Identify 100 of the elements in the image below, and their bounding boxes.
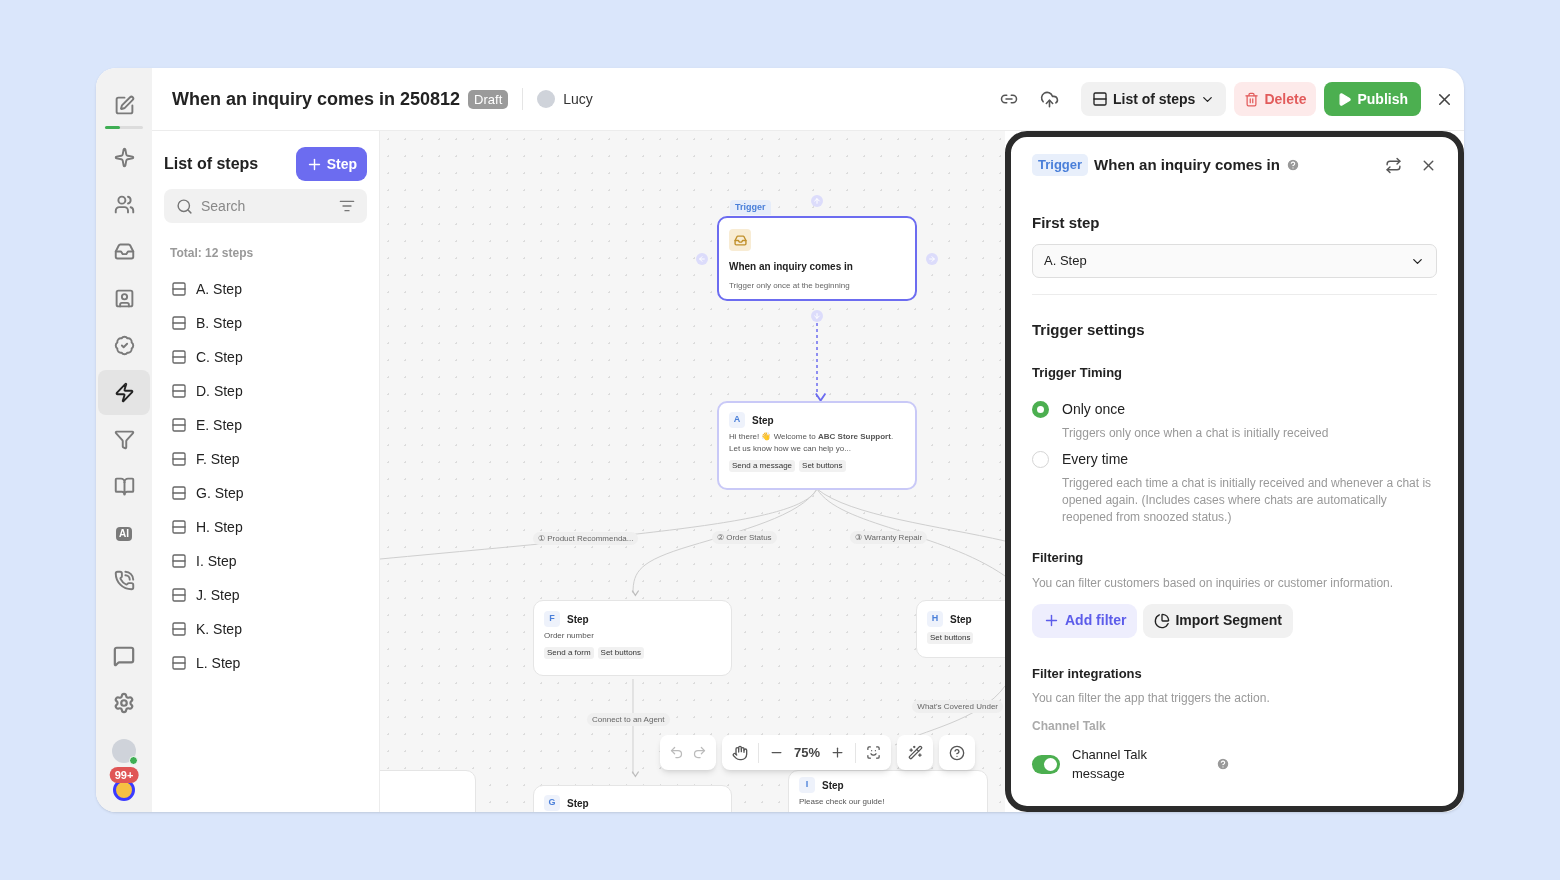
avatar[interactable]	[112, 739, 136, 763]
search-icon	[176, 197, 193, 215]
nav-item[interactable]: AI	[98, 511, 150, 556]
radio-button[interactable]	[1032, 401, 1049, 418]
step-list-item[interactable]: I. Step	[164, 544, 367, 578]
step-node[interactable]: H Step Set buttons	[916, 600, 1005, 658]
add-step-button[interactable]: Step	[295, 147, 367, 181]
connector-handle[interactable]	[926, 253, 938, 265]
rows-icon	[171, 349, 187, 365]
step-letter: H	[927, 611, 943, 627]
steps-list-button[interactable]: List of steps	[1080, 82, 1227, 116]
step-list-item[interactable]: L. Step	[164, 646, 367, 680]
first-step-select[interactable]: A. Step	[1032, 244, 1437, 278]
user-name: Lucy	[563, 89, 593, 109]
section-title: Filtering	[1032, 549, 1085, 567]
hand-icon[interactable]	[732, 744, 748, 761]
connector-handle[interactable]	[811, 195, 823, 207]
users-icon	[113, 194, 135, 215]
import-segment-button[interactable]: Import Segment	[1143, 603, 1294, 638]
step-node[interactable]: G Step	[533, 785, 732, 812]
panel-title: List of steps	[164, 154, 259, 174]
search-input[interactable]: Search	[201, 195, 331, 217]
step-title: Step	[752, 413, 774, 428]
play-icon	[1337, 91, 1353, 107]
trigger-subtitle: Trigger only once at the beginning	[729, 280, 851, 292]
cloud-upload-icon[interactable]	[1039, 89, 1059, 109]
trigger-tag: Trigger	[1032, 154, 1089, 177]
field-label: Trigger Timing	[1032, 363, 1124, 382]
magic-wand-button[interactable]	[897, 735, 934, 770]
action-chip: Set buttons	[597, 647, 645, 659]
step-list-item[interactable]: E. Step	[164, 408, 367, 442]
step-title: Step	[567, 612, 589, 627]
status-badge: Draft	[468, 89, 509, 109]
step-list-item[interactable]: A. Step	[164, 272, 367, 306]
zoom-level: 75%	[794, 743, 821, 762]
zoom-in-icon[interactable]	[830, 745, 846, 760]
step-list-item[interactable]: J. Step	[164, 578, 367, 612]
action-chip: Send a form	[544, 647, 594, 659]
step-text: Hi there! 👋 Welcome to ABC Store Support. Let us know how we can help yo...	[729, 431, 895, 455]
step-node[interactable]: A Step Hi there! 👋 Welcome to ABC Store Support. Let us know how we can help yo... Send a message Set buttons	[717, 401, 917, 490]
badge-icon	[113, 335, 135, 356]
help-icon	[949, 744, 966, 761]
funnel-icon	[113, 429, 135, 450]
help-button[interactable]	[939, 735, 976, 770]
action-chip: Set buttons	[927, 632, 974, 644]
step-node[interactable]: I Step Please check our guide!	[788, 770, 988, 812]
step-letter: I	[799, 777, 815, 793]
step-list-item[interactable]: B. Step	[164, 306, 367, 340]
step-list-item[interactable]: C. Step	[164, 340, 367, 374]
step-list-item[interactable]: D. Step	[164, 374, 367, 408]
rows-icon	[171, 485, 187, 501]
step-list-item[interactable]: F. Step	[164, 442, 367, 476]
trigger-node[interactable]: When an inquiry comes in Trigger only once at the beginning	[717, 216, 917, 301]
step-title: Step	[567, 796, 589, 811]
rows-icon	[171, 621, 187, 637]
filter-icon	[339, 198, 355, 214]
option-description: Triggered each time a chat is initially received and whenever a chat is opened again. (Includes cases where chats are automatically reopened from snoozed status.)	[1062, 475, 1433, 526]
book-icon	[113, 476, 135, 497]
edge-label: ② Order Status	[712, 531, 777, 544]
option-description: Triggers only once when a chat is initially received	[1062, 425, 1330, 442]
help-icon	[1285, 158, 1300, 173]
rows-icon	[171, 519, 187, 535]
rows-icon	[171, 587, 187, 603]
add-filter-button[interactable]: Add filter	[1032, 603, 1138, 638]
action-chip: Set buttons	[799, 460, 846, 472]
connector-handle[interactable]	[811, 310, 823, 322]
edge-label: Connect to an Agent	[587, 713, 670, 726]
fit-view-icon[interactable]	[866, 745, 882, 760]
rows-icon	[171, 417, 187, 433]
option-label: Only once	[1062, 400, 1126, 419]
trash-icon	[1244, 91, 1260, 107]
settings-icon	[113, 692, 135, 714]
action-chip: Send a message	[729, 460, 796, 472]
search-field[interactable]: Search	[164, 189, 367, 223]
step-letter: A	[729, 412, 745, 428]
user-avatar	[537, 90, 556, 108]
edge-label: What's Covered Under	[912, 700, 1003, 713]
help-icon	[1216, 757, 1230, 771]
phone-icon	[113, 570, 135, 591]
step-node[interactable]: F Step Order number Send a form Set buttons	[533, 600, 732, 676]
panel-title: When an inquiry comes in	[1094, 155, 1280, 175]
rows-icon	[171, 383, 187, 399]
step-list-item[interactable]: H. Step	[164, 510, 367, 544]
toggle-label: Channel Talk message	[1072, 746, 1148, 783]
section-description: You can filter the app that triggers the action.	[1032, 690, 1271, 707]
toggle-switch[interactable]	[1032, 754, 1060, 774]
connector-handle[interactable]	[696, 253, 708, 265]
section-description: You can filter customers based on inquiries or customer information.	[1032, 574, 1395, 592]
step-list-item[interactable]: G. Step	[164, 476, 367, 510]
nav-item[interactable]	[98, 370, 150, 415]
rows-icon	[1091, 91, 1108, 107]
group-label: Channel Talk	[1032, 718, 1107, 735]
contact-icon	[113, 288, 135, 309]
step-letter: G	[544, 795, 560, 811]
swap-icon[interactable]	[1385, 156, 1402, 174]
step-title: Step	[950, 612, 972, 627]
lightning-icon	[113, 382, 135, 403]
step-list-item[interactable]: K. Step	[164, 612, 367, 646]
edge-label: ③ Warranty Repair	[850, 531, 928, 544]
section-title: Trigger settings	[1032, 320, 1146, 340]
